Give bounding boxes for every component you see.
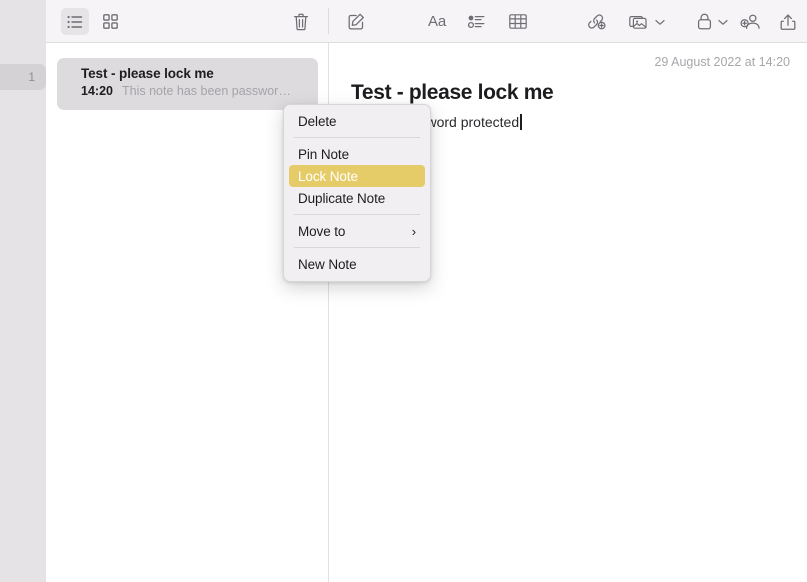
format-icon: Aa (428, 13, 446, 30)
media-icon (629, 14, 649, 30)
context-menu-label: Pin Note (298, 146, 349, 162)
context-menu-item-duplicate-note[interactable]: Duplicate Note (289, 187, 425, 209)
delete-note-button[interactable] (287, 8, 315, 35)
chevron-down-icon (655, 13, 665, 31)
context-menu-item-pin-note[interactable]: Pin Note (289, 143, 425, 165)
context-menu-separator (294, 214, 420, 215)
context-menu-label: Duplicate Note (298, 190, 386, 206)
main-toolbar: Aa (0, 0, 807, 43)
share-icon (780, 13, 796, 31)
note-title-heading[interactable]: Test - please lock me (351, 81, 554, 105)
compose-icon (348, 13, 365, 30)
context-menu-item-lock-note[interactable]: Lock Note (289, 165, 425, 187)
media-group (625, 8, 667, 35)
format-button[interactable]: Aa (420, 8, 454, 35)
list-view-icon (67, 15, 83, 29)
trash-icon (293, 13, 309, 31)
lock-button[interactable] (692, 8, 716, 35)
folder-note-count: 1 (28, 70, 35, 84)
context-menu-label: Move to (298, 223, 346, 239)
table-button[interactable] (504, 8, 532, 35)
checklist-button[interactable] (462, 8, 490, 35)
toolbar-sidebar-area (0, 0, 46, 43)
checklist-icon (467, 14, 485, 29)
context-menu-label: New Note (298, 256, 357, 272)
add-link-button[interactable] (582, 8, 610, 35)
add-person-icon (740, 13, 762, 30)
note-item-title: Test - please lock me (81, 66, 214, 81)
folders-sidebar: 1 (0, 0, 46, 582)
note-timestamp: 29 August 2022 at 14:20 (654, 55, 790, 69)
lock-icon (697, 13, 712, 30)
media-dropdown-chevron[interactable] (653, 8, 667, 35)
notes-list-item[interactable]: Test - please lock me 14:20 This note ha… (57, 58, 318, 110)
context-menu-item-move-to[interactable]: Move to › (289, 220, 425, 242)
lock-group (692, 8, 730, 35)
link-add-icon (587, 13, 606, 30)
sidebar-folder-item[interactable]: 1 (0, 64, 46, 90)
grid-view-button[interactable] (96, 8, 124, 35)
context-menu-label: Delete (298, 113, 337, 129)
context-menu-separator (294, 137, 420, 138)
list-view-button[interactable] (61, 8, 89, 35)
context-menu-item-new-note[interactable]: New Note (289, 253, 425, 275)
collaborate-button[interactable] (736, 8, 766, 35)
share-button[interactable] (774, 8, 802, 35)
note-item-snippet: This note has been passwor… (121, 84, 291, 98)
notes-app-window: 1 Aa Test - please lock me 14:20 This no… (0, 0, 807, 582)
toolbar-divider-1 (328, 8, 329, 34)
compose-note-button[interactable] (342, 8, 370, 35)
text-cursor (520, 114, 522, 130)
note-item-subtitle: 14:20 This note has been passwor… (81, 83, 304, 100)
media-button[interactable] (625, 8, 653, 35)
note-item-time: 14:20 (81, 84, 113, 98)
context-menu-separator (294, 247, 420, 248)
note-context-menu[interactable]: Delete Pin Note Lock Note Duplicate Note… (283, 104, 431, 282)
submenu-arrow-icon: › (411, 223, 416, 239)
context-menu-item-delete[interactable]: Delete (289, 110, 425, 132)
grid-view-icon (102, 14, 118, 29)
context-menu-label: Lock Note (298, 168, 358, 184)
lock-dropdown-chevron[interactable] (716, 8, 730, 35)
table-icon (509, 14, 527, 29)
chevron-down-icon (718, 13, 728, 31)
